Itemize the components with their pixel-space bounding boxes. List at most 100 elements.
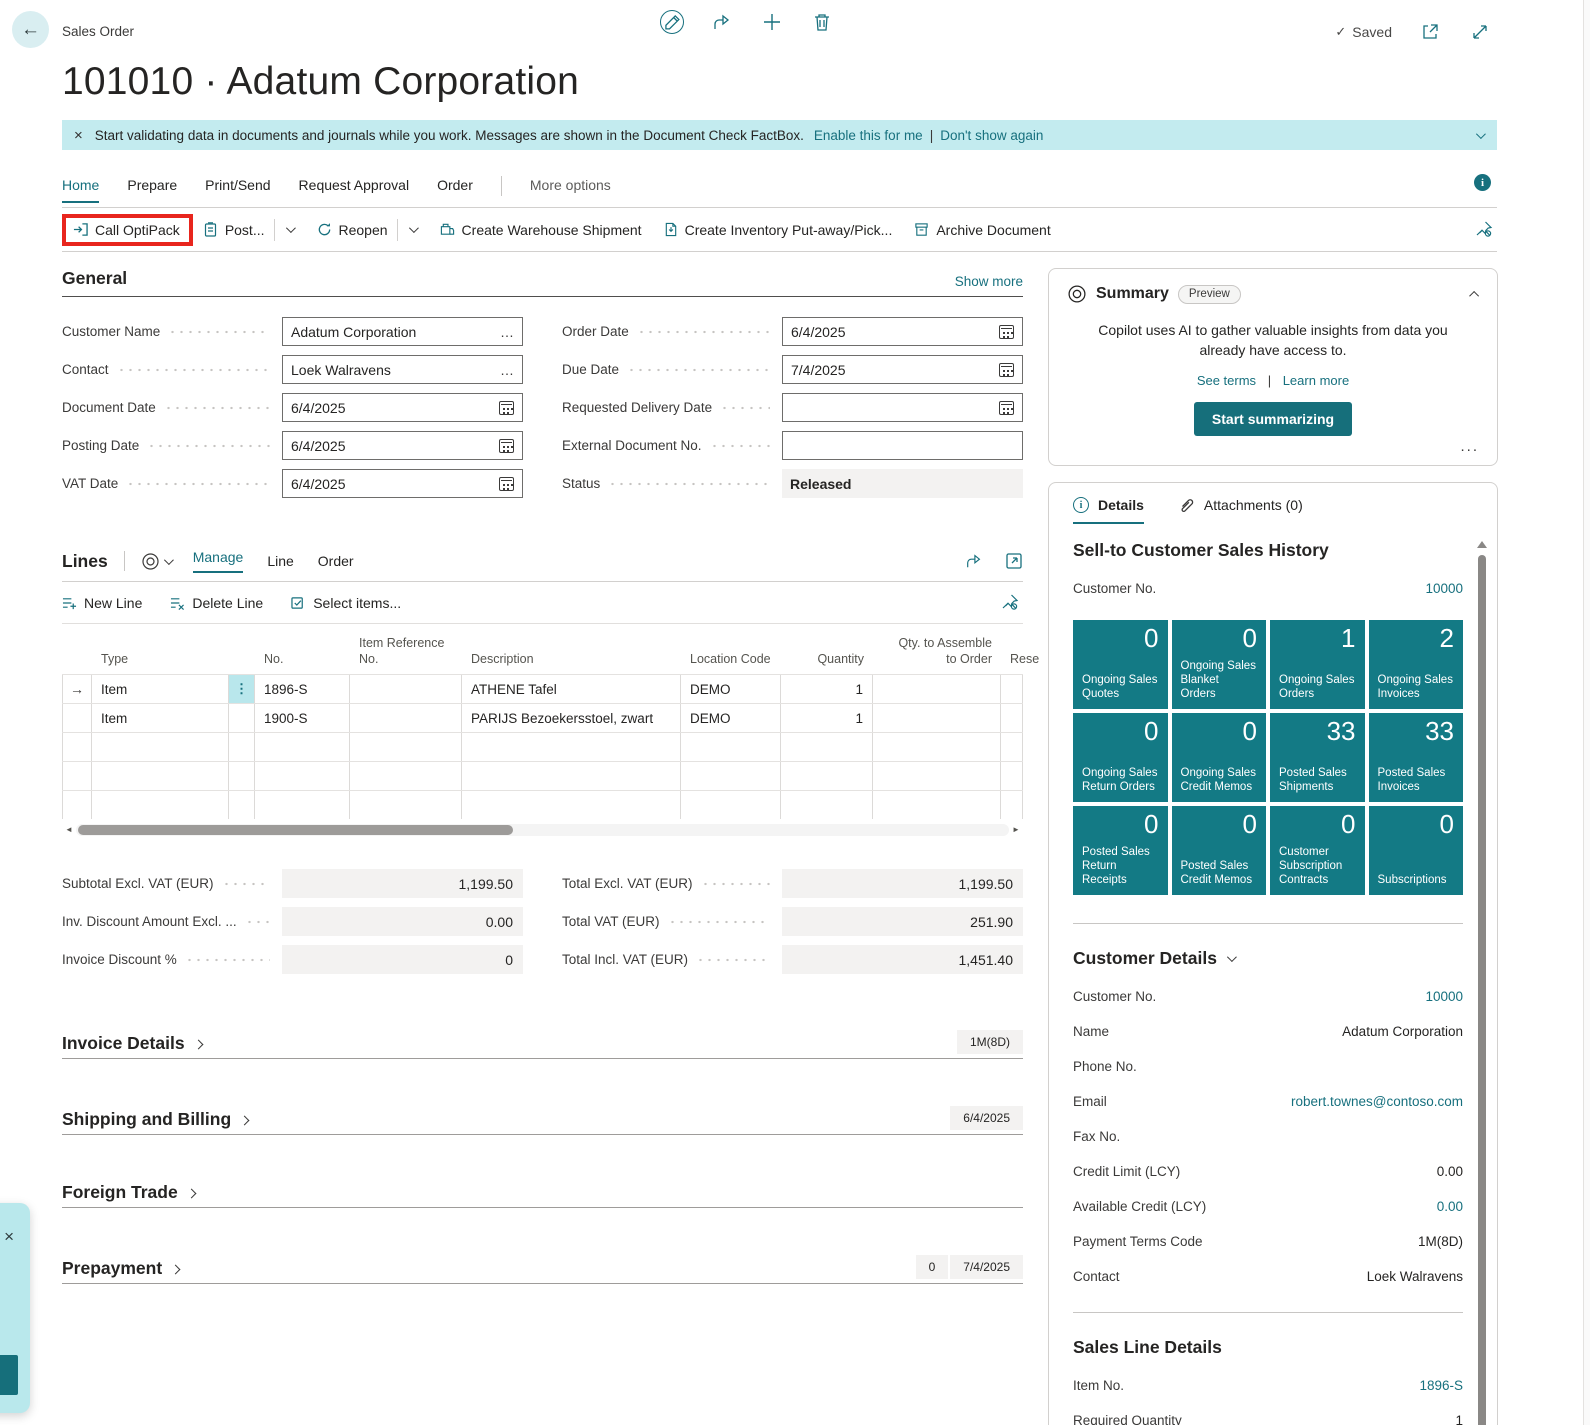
- new-line-button[interactable]: New Line: [62, 595, 142, 611]
- share-icon[interactable]: [965, 552, 983, 570]
- contact-field[interactable]: Loek Walravens: [282, 355, 523, 384]
- customer-details-title[interactable]: Customer Details: [1073, 948, 1463, 969]
- col-qty-to-assemble[interactable]: Qty. to Assemble to Order: [873, 634, 1001, 674]
- calendar-icon[interactable]: [999, 400, 1014, 415]
- tile-posted-sales-invoices[interactable]: 33 Posted Sales Invoices: [1368, 712, 1463, 802]
- col-item-reference[interactable]: Item Reference No.: [350, 634, 462, 674]
- new-button[interactable]: [760, 10, 784, 34]
- customer-name-field[interactable]: Adatum Corporation: [282, 317, 523, 346]
- back-button[interactable]: [12, 11, 49, 48]
- delete-line-button[interactable]: Delete Line: [170, 595, 263, 611]
- due-date-field[interactable]: 7/4/2025: [782, 355, 1023, 384]
- table-row[interactable]: Item 1896-S ATHENE Tafel DEMO 1: [62, 674, 1023, 704]
- tile-posted-sales-credit-memos[interactable]: 0 Posted Sales Credit Memos: [1171, 805, 1266, 895]
- scroll-left-icon[interactable]: ◄: [62, 825, 76, 834]
- lines-horizontal-scrollbar[interactable]: ◄ ►: [62, 822, 1023, 837]
- tile-ongoing-sales-orders[interactable]: 1 Ongoing Sales Orders: [1270, 619, 1365, 709]
- tab-order[interactable]: Order: [437, 177, 473, 203]
- tile-ongoing-sales-return-orders[interactable]: 0 Ongoing Sales Return Orders: [1073, 712, 1168, 802]
- col-reserved[interactable]: Rese: [1001, 650, 1039, 675]
- copilot-chevron-icon[interactable]: [163, 554, 174, 565]
- archive-document-button[interactable]: Archive Document: [914, 222, 1051, 238]
- tip-action-button[interactable]: [0, 1355, 18, 1395]
- calendar-icon[interactable]: [999, 362, 1014, 377]
- select-items-button[interactable]: Select items...: [291, 595, 401, 611]
- col-quantity[interactable]: Quantity: [781, 650, 873, 675]
- tab-attachments[interactable]: Attachments (0): [1178, 497, 1303, 514]
- see-terms-link[interactable]: See terms: [1197, 373, 1256, 388]
- breadcrumb[interactable]: Sales Order: [62, 24, 134, 39]
- order-date-field[interactable]: 6/4/2025: [782, 317, 1023, 346]
- lines-tab-line[interactable]: Line: [267, 553, 293, 569]
- tab-prepare[interactable]: Prepare: [127, 177, 177, 203]
- banner-chevron-down-icon[interactable]: [1475, 128, 1486, 139]
- tile-ongoing-sales-quotes[interactable]: 0 Ongoing Sales Quotes: [1073, 619, 1168, 709]
- lookup-ellipsis-icon[interactable]: [500, 362, 514, 378]
- table-row-empty[interactable]: [62, 761, 1023, 791]
- prepayment-section[interactable]: Prepayment 0 7/4/2025: [62, 1255, 1023, 1285]
- learn-more-link[interactable]: Learn more: [1283, 373, 1349, 388]
- shipping-billing-section[interactable]: Shipping and Billing 6/4/2025: [62, 1106, 1023, 1136]
- start-summarizing-button[interactable]: Start summarizing: [1193, 401, 1353, 436]
- reopen-chevron-icon[interactable]: [408, 223, 419, 234]
- open-in-window-icon[interactable]: [1005, 552, 1023, 570]
- copilot-icon[interactable]: [141, 552, 160, 571]
- invoice-details-section[interactable]: Invoice Details 1M(8D): [62, 1030, 1023, 1060]
- create-warehouse-shipment-button[interactable]: Create Warehouse Shipment: [440, 222, 642, 238]
- calendar-icon[interactable]: [499, 476, 514, 491]
- col-description[interactable]: Description: [462, 650, 681, 675]
- table-row-empty[interactable]: [62, 732, 1023, 762]
- table-row[interactable]: Item 1900-S PARIJS Bezoekersstoel, zwart…: [62, 703, 1023, 733]
- tab-request-approval[interactable]: Request Approval: [299, 177, 410, 203]
- calendar-icon[interactable]: [499, 438, 514, 453]
- col-no[interactable]: No.: [255, 650, 350, 675]
- pin-icon[interactable]: [1475, 220, 1493, 238]
- vat-date-field[interactable]: 6/4/2025: [282, 469, 523, 498]
- cd-email-value[interactable]: robert.townes@contoso.com: [1291, 1094, 1463, 1109]
- calendar-icon[interactable]: [499, 400, 514, 415]
- tab-details[interactable]: Details: [1073, 497, 1144, 525]
- lines-tab-manage[interactable]: Manage: [192, 549, 244, 573]
- tip-close-icon[interactable]: [4, 1227, 14, 1247]
- banner-dismiss-link[interactable]: Don't show again: [940, 128, 1043, 143]
- cd-customer-no-value[interactable]: 10000: [1425, 989, 1463, 1004]
- table-row-empty[interactable]: [62, 790, 1023, 820]
- post-chevron-icon[interactable]: [285, 223, 296, 234]
- tile-posted-sales-shipments[interactable]: 33 Posted Sales Shipments: [1270, 712, 1365, 802]
- lookup-ellipsis-icon[interactable]: [500, 324, 514, 340]
- tile-ongoing-sales-invoices[interactable]: 2 Ongoing Sales Invoices: [1368, 619, 1463, 709]
- banner-close-icon[interactable]: [74, 127, 83, 144]
- tab-home[interactable]: Home: [62, 177, 100, 203]
- more-options[interactable]: More options: [530, 177, 611, 203]
- banner-enable-link[interactable]: Enable this for me: [814, 128, 923, 143]
- tile-posted-sales-return-receipts[interactable]: 0 Posted Sales Return Receipts: [1073, 805, 1168, 895]
- scrollbar-thumb[interactable]: [78, 824, 513, 835]
- sld-item-no-value[interactable]: 1896-S: [1419, 1378, 1463, 1393]
- tile-subscriptions[interactable]: 0 Subscriptions: [1368, 805, 1463, 895]
- row-menu-icon[interactable]: [229, 675, 255, 704]
- cd-available-credit-value[interactable]: 0.00: [1437, 1199, 1463, 1214]
- customer-no-link[interactable]: 10000: [1425, 581, 1463, 596]
- foreign-trade-section[interactable]: Foreign Trade: [62, 1182, 1023, 1209]
- calendar-icon[interactable]: [999, 324, 1014, 339]
- lines-tab-order[interactable]: Order: [318, 553, 354, 569]
- info-icon[interactable]: [1474, 174, 1491, 191]
- scrollbar-thumb[interactable]: [1478, 554, 1486, 1425]
- share-button[interactable]: [710, 10, 734, 34]
- col-type[interactable]: Type: [92, 650, 229, 675]
- page-scrollbar[interactable]: [1583, 0, 1590, 1425]
- factbox-scrollbar[interactable]: [1476, 540, 1488, 1425]
- call-optipack-button[interactable]: Call OptiPack: [73, 222, 180, 238]
- pin-icon[interactable]: [1001, 593, 1019, 611]
- show-more-link[interactable]: Show more: [955, 274, 1023, 289]
- document-date-field[interactable]: 6/4/2025: [282, 393, 523, 422]
- tile-customer-subscription-contracts[interactable]: 0 Customer Subscription Contracts: [1270, 805, 1365, 895]
- post-button[interactable]: Post...: [203, 222, 265, 238]
- posting-date-field[interactable]: 6/4/2025: [282, 431, 523, 460]
- external-document-no-field[interactable]: [782, 431, 1023, 460]
- reopen-button[interactable]: Reopen: [317, 222, 388, 238]
- col-location-code[interactable]: Location Code: [681, 650, 781, 675]
- expand-button[interactable]: [1468, 20, 1492, 44]
- delete-button[interactable]: [810, 10, 834, 34]
- collapse-chevron-icon[interactable]: [1469, 290, 1480, 301]
